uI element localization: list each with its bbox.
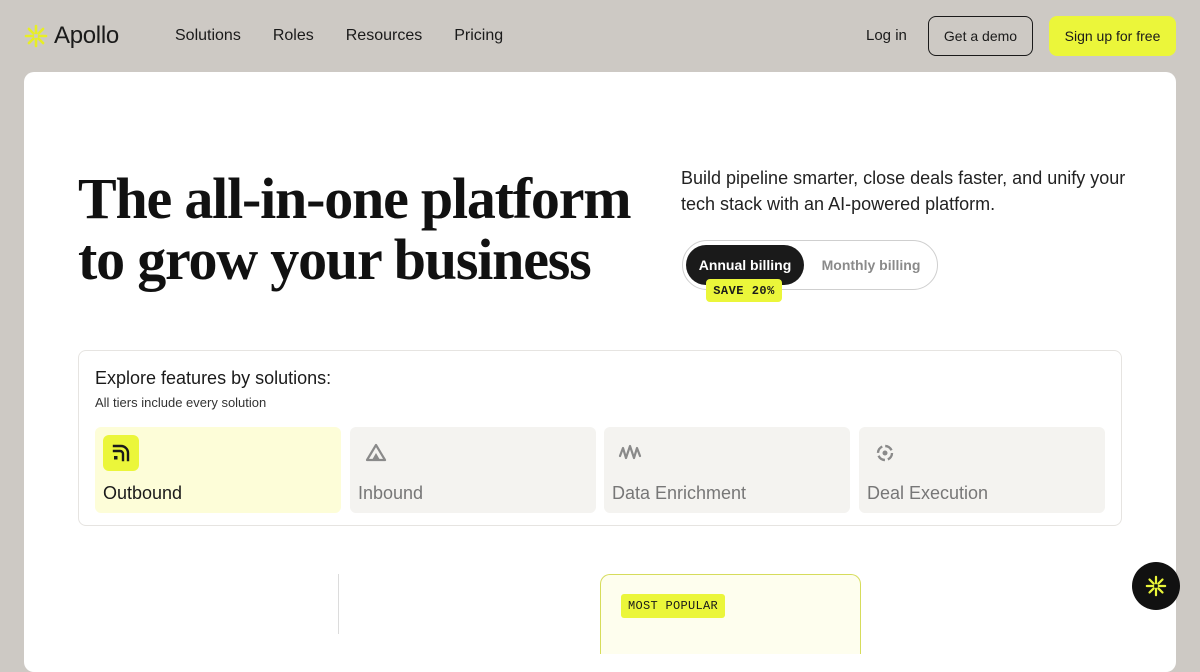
solution-tiles: Outbound Inbound Data Enrichment Deal Ex… xyxy=(95,427,1105,513)
hero-title-line1: The all-in-one platform xyxy=(78,166,632,231)
tile-label: Deal Execution xyxy=(867,483,989,503)
outbound-signal-icon xyxy=(103,435,139,471)
tile-label: Data Enrichment xyxy=(612,483,747,503)
hero-title: The all-in-one platform to grow your bus… xyxy=(78,168,658,290)
brand-name: Apollo xyxy=(54,22,119,49)
nav-link-solutions[interactable]: Solutions xyxy=(175,26,241,46)
tile-label: Inbound xyxy=(358,483,424,503)
login-link[interactable]: Log in xyxy=(866,27,907,45)
tile-inbound[interactable]: Inbound xyxy=(350,427,596,513)
nav-link-roles[interactable]: Roles xyxy=(273,26,314,46)
signup-button[interactable]: Sign up for free xyxy=(1049,16,1176,56)
apollo-asterisk-icon xyxy=(24,24,48,48)
get-demo-button[interactable]: Get a demo xyxy=(928,16,1033,56)
tile-outbound[interactable]: Outbound xyxy=(95,427,341,513)
features-subtitle: All tiers include every solution xyxy=(95,395,267,410)
monthly-billing-option[interactable]: Monthly billing xyxy=(811,245,931,285)
hero-title-line2: to grow your business xyxy=(78,227,592,292)
chat-launcher-button[interactable] xyxy=(1132,562,1180,610)
deal-execution-circle-icon xyxy=(867,435,903,471)
tile-deal-execution[interactable]: Deal Execution xyxy=(859,427,1105,513)
tile-data-enrichment[interactable]: Data Enrichment xyxy=(604,427,850,513)
nav-link-pricing[interactable]: Pricing xyxy=(454,26,503,46)
nav-links: Solutions Roles Resources Pricing xyxy=(175,26,535,46)
hero-subtitle: Build pipeline smarter, close deals fast… xyxy=(681,168,1126,214)
pricing-column-divider xyxy=(338,574,339,634)
main-card: The all-in-one platform to grow your bus… xyxy=(24,72,1176,672)
features-panel: Explore features by solutions: All tiers… xyxy=(78,350,1122,526)
top-nav: Apollo Solutions Roles Resources Pricing… xyxy=(0,0,1200,72)
data-enrichment-wave-icon xyxy=(612,435,648,471)
nav-link-resources[interactable]: Resources xyxy=(346,26,422,46)
most-popular-badge: MOST POPULAR xyxy=(621,594,725,618)
features-title: Explore features by solutions: xyxy=(95,368,332,388)
logo[interactable]: Apollo xyxy=(24,22,119,50)
save-badge: SAVE 20% xyxy=(706,279,782,302)
inbound-triangle-icon xyxy=(358,435,394,471)
apollo-asterisk-icon xyxy=(1145,575,1167,597)
most-popular-plan-card: MOST POPULAR xyxy=(600,574,861,654)
tile-label: Outbound xyxy=(103,483,183,503)
